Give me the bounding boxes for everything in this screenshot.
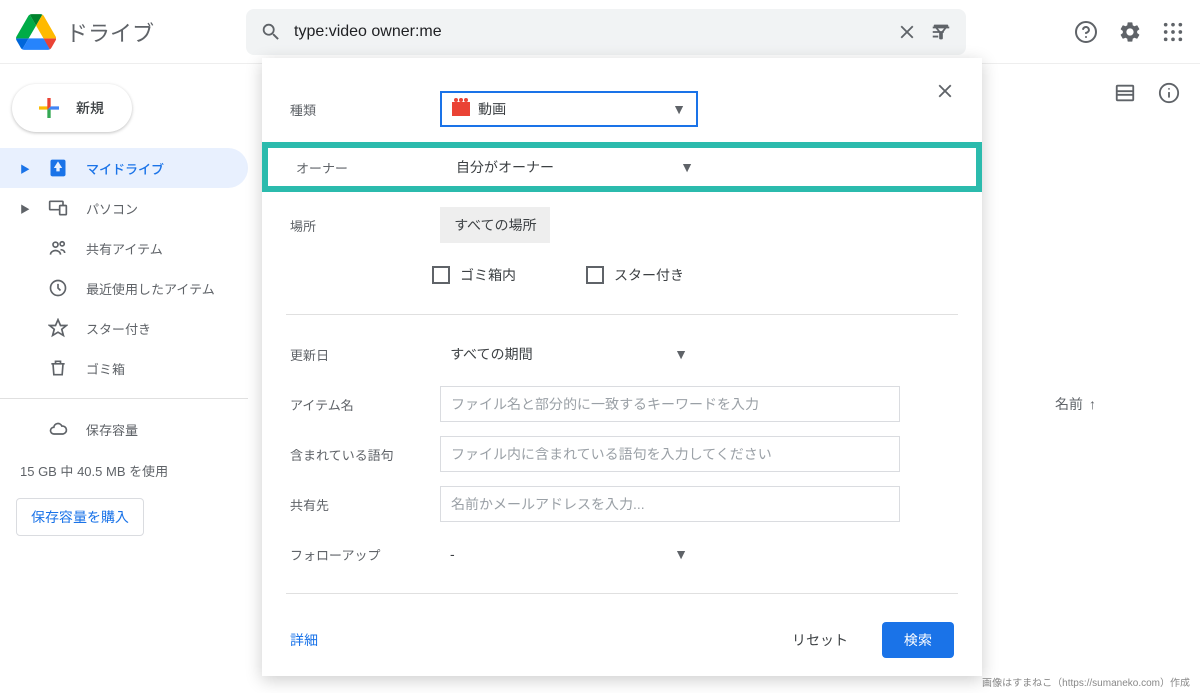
filter-type-select[interactable]: 動画 ▼ bbox=[440, 91, 698, 127]
nav-label: パソコン bbox=[86, 199, 138, 218]
filter-starred-checkbox[interactable]: スター付き bbox=[586, 265, 684, 285]
search-filter-panel: 種類 動画 ▼ オーナー 自分がオーナー ▼ 場所 すべての場所 ゴミ箱内 スタ… bbox=[262, 58, 982, 676]
filter-words-label: 含まれている語句 bbox=[290, 445, 440, 464]
divider bbox=[286, 593, 958, 594]
trash-icon bbox=[48, 358, 68, 378]
search-input[interactable] bbox=[294, 23, 884, 41]
clear-search-icon[interactable] bbox=[896, 21, 918, 43]
divider bbox=[286, 314, 958, 315]
nav-label: 最近使用したアイテム bbox=[86, 279, 215, 298]
attribution-text: 画像はすまねこ（https://sumaneko.com）作成 bbox=[982, 674, 1190, 689]
filter-owner-highlight: オーナー 自分がオーナー ▼ bbox=[262, 142, 982, 192]
dropdown-icon: ▼ bbox=[674, 346, 688, 362]
nav-starred[interactable]: スター付き bbox=[0, 308, 248, 348]
drive-logo[interactable]: ドライブ bbox=[16, 14, 246, 50]
nav-label: スター付き bbox=[86, 319, 151, 338]
people-icon bbox=[48, 238, 68, 258]
filter-owner-select[interactable]: 自分がオーナー ▼ bbox=[446, 149, 704, 185]
filter-words-input[interactable] bbox=[440, 436, 900, 472]
close-icon[interactable] bbox=[934, 80, 956, 102]
nav-shared[interactable]: 共有アイテム bbox=[0, 228, 248, 268]
filter-date-label: 更新日 bbox=[290, 345, 440, 364]
new-button-label: 新規 bbox=[76, 98, 104, 118]
filter-itemname-input[interactable] bbox=[440, 386, 900, 422]
expand-icon: ▶ bbox=[20, 201, 30, 216]
plus-icon bbox=[34, 93, 64, 123]
filter-location-chip[interactable]: すべての場所 bbox=[440, 207, 550, 243]
list-view-icon[interactable] bbox=[1114, 82, 1136, 104]
drive-logo-icon bbox=[16, 14, 56, 50]
search-options-icon[interactable] bbox=[930, 21, 952, 43]
nav-label: ゴミ箱 bbox=[86, 359, 125, 378]
dropdown-icon: ▼ bbox=[680, 159, 694, 175]
arrow-up-icon: ↑ bbox=[1089, 396, 1096, 412]
filter-type-label: 種類 bbox=[290, 100, 440, 119]
reset-button[interactable]: リセット bbox=[772, 622, 868, 658]
app-title: ドライブ bbox=[66, 16, 154, 48]
star-icon bbox=[48, 318, 68, 338]
filter-location-label: 場所 bbox=[290, 216, 440, 235]
nav-computers[interactable]: ▶ パソコン bbox=[0, 188, 248, 228]
checkbox-icon bbox=[586, 266, 604, 284]
filter-itemname-label: アイテム名 bbox=[290, 395, 440, 414]
storage-text: 15 GB 中 40.5 MB を使用 bbox=[0, 449, 248, 492]
apps-icon[interactable] bbox=[1162, 21, 1184, 43]
divider bbox=[0, 398, 248, 399]
search-icon bbox=[260, 21, 282, 43]
video-icon bbox=[452, 102, 470, 116]
clock-icon bbox=[48, 278, 68, 298]
checkbox-icon bbox=[432, 266, 450, 284]
filter-owner-label: オーナー bbox=[296, 158, 446, 177]
info-icon[interactable] bbox=[1158, 82, 1180, 104]
new-button[interactable]: 新規 bbox=[12, 84, 132, 132]
devices-icon bbox=[48, 198, 68, 218]
filter-trash-checkbox[interactable]: ゴミ箱内 bbox=[432, 265, 516, 285]
nav-label: マイドライブ bbox=[86, 159, 164, 178]
search-button[interactable]: 検索 bbox=[882, 622, 954, 658]
dropdown-icon: ▼ bbox=[672, 101, 686, 117]
settings-icon[interactable] bbox=[1118, 20, 1142, 44]
drive-icon bbox=[48, 158, 68, 178]
buy-storage-button[interactable]: 保存容量を購入 bbox=[16, 498, 144, 536]
filter-date-select[interactable]: すべての期間 ▼ bbox=[440, 336, 698, 372]
dropdown-icon: ▼ bbox=[674, 546, 688, 562]
filter-followup-select[interactable]: - ▼ bbox=[440, 536, 698, 572]
details-link[interactable]: 詳細 bbox=[290, 630, 318, 650]
filter-share-label: 共有先 bbox=[290, 495, 440, 514]
nav-trash[interactable]: ゴミ箱 bbox=[0, 348, 248, 388]
filter-followup-label: フォローアップ bbox=[290, 545, 440, 564]
nav-label: 保存容量 bbox=[86, 420, 138, 439]
nav-storage[interactable]: 保存容量 bbox=[0, 409, 248, 449]
expand-icon: ▶ bbox=[20, 161, 30, 176]
nav-my-drive[interactable]: ▶ マイドライブ bbox=[0, 148, 248, 188]
filter-share-input[interactable] bbox=[440, 486, 900, 522]
sort-by-name[interactable]: 名前 ↑ bbox=[1055, 394, 1096, 414]
nav-recent[interactable]: 最近使用したアイテム bbox=[0, 268, 248, 308]
cloud-icon bbox=[48, 419, 68, 439]
search-bar[interactable] bbox=[246, 9, 966, 55]
nav-label: 共有アイテム bbox=[86, 239, 163, 258]
help-icon[interactable] bbox=[1074, 20, 1098, 44]
